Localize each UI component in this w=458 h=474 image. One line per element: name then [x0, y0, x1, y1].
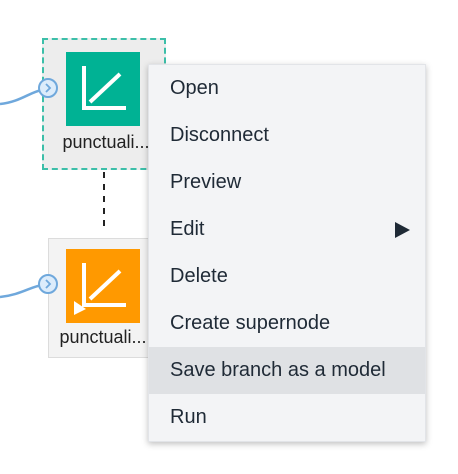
menu-item-label: Edit: [170, 218, 205, 240]
incoming-link-2[interactable]: [0, 283, 43, 299]
menu-item-label: Delete: [170, 265, 228, 287]
node-icon-teal: [66, 52, 140, 126]
menu-item-label: Disconnect: [170, 124, 269, 146]
node-label: punctuali...: [62, 132, 150, 152]
chevron-right-icon: [45, 83, 52, 93]
chevron-right-icon: [45, 279, 52, 289]
menu-item-label: Save branch as a model: [170, 359, 386, 381]
submenu-arrow-icon: [395, 222, 410, 238]
menu-item-edit[interactable]: Edit: [149, 206, 425, 253]
incoming-link-1[interactable]: [0, 88, 43, 106]
menu-item-open[interactable]: Open: [149, 65, 425, 112]
menu-item-save-branch-as-model[interactable]: Save branch as a model: [149, 347, 425, 394]
input-port-1[interactable]: [38, 78, 58, 98]
node-punctuality-2[interactable]: punctuali...: [48, 238, 156, 358]
menu-item-label: Create supernode: [170, 312, 331, 334]
flow-canvas[interactable]: punctuali... punctuali... Open Disconnec…: [0, 0, 458, 474]
menu-item-create-supernode[interactable]: Create supernode: [149, 300, 425, 347]
menu-item-delete[interactable]: Delete: [149, 253, 425, 300]
node-label: punctuali...: [59, 327, 147, 347]
menu-item-disconnect[interactable]: Disconnect: [149, 112, 425, 159]
menu-item-label: Preview: [170, 171, 242, 193]
menu-item-preview[interactable]: Preview: [149, 159, 425, 206]
input-port-2[interactable]: [38, 274, 58, 294]
menu-item-run[interactable]: Run: [149, 394, 425, 441]
context-menu: Open Disconnect Preview Edit Delete Crea…: [148, 64, 426, 442]
menu-item-label: Run: [170, 406, 207, 428]
menu-item-label: Open: [170, 77, 219, 99]
chart-icon: [74, 263, 126, 315]
chart-icon: [82, 66, 126, 110]
node-icon-orange: [66, 249, 140, 323]
